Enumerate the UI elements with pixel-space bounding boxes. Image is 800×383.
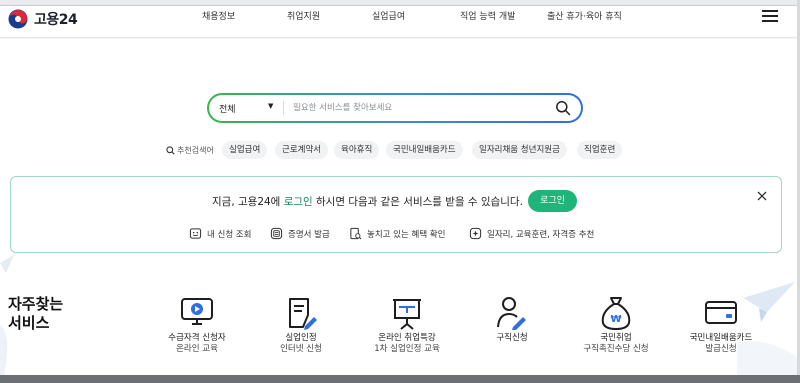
nav-item-employment-support[interactable]: 취업지원	[287, 9, 320, 22]
favorite-item-learning-card[interactable]: 국민내일배움카드 발급신청	[661, 295, 781, 355]
document-pen-icon	[283, 295, 319, 331]
nav-item-jobs[interactable]: 채용정보	[202, 9, 235, 22]
chevron-down-icon[interactable]: ▼	[268, 102, 273, 110]
favorite-sublabel: 1차 실업인정 교육	[374, 344, 440, 354]
favorite-label: 온라인 취업특강	[378, 333, 436, 343]
banner-message-suffix: 하시면 다음과 같은 서비스를 받을 수 있습니다.	[312, 196, 523, 208]
favorite-sublabel: 구직촉진수당 신청	[583, 344, 649, 354]
favorites-title: 자주찾는 서비스	[8, 295, 63, 333]
login-banner: 지금, 고용24에 로그인 하시면 다음과 같은 서비스를 받을 수 있습니다.…	[10, 176, 782, 253]
favorite-sublabel: 발급신청	[705, 344, 737, 354]
favorites-title-line2: 서비스	[8, 314, 50, 332]
favorites-title-line1: 자주찾는	[8, 295, 64, 313]
search-divider	[283, 101, 284, 115]
banner-message: 지금, 고용24에 로그인 하시면 다음과 같은 서비스를 받을 수 있습니다.	[212, 194, 523, 209]
search-small-icon	[166, 146, 175, 155]
favorite-label: 수급자격 신청자	[168, 333, 226, 343]
keyword-chip[interactable]: 국민내일배움카드	[386, 141, 463, 159]
main-navigation: 채용정보 취업지원 실업급여 직업 능력 개발 출산 휴가·육아 휴직	[0, 9, 800, 25]
video-monitor-icon	[179, 295, 215, 331]
close-icon[interactable]	[756, 187, 768, 201]
favorite-label: 실업인정	[285, 333, 317, 343]
recommended-label-text: 추천검색어	[177, 146, 214, 155]
presentation-board-icon	[389, 295, 425, 331]
link-label: 놓치고 있는 혜택 확인	[367, 229, 446, 240]
favorite-item-online-lecture[interactable]: 온라인 취업특강 1차 실업인정 교육	[347, 295, 467, 355]
keyword-chip[interactable]: 근로계약서	[275, 141, 329, 159]
certificate-icon	[270, 227, 283, 240]
banner-message-prefix: 지금, 고용24에	[212, 196, 284, 208]
recommendation-link[interactable]: 일자리, 교육훈련, 자격증 추천	[469, 227, 594, 240]
my-application-link[interactable]: 내 신청 조회	[189, 227, 252, 240]
document-search-icon	[350, 227, 362, 240]
favorite-label: 국민내일배움카드	[689, 333, 753, 343]
favorite-sublabel: 인터넷 신청	[280, 344, 322, 354]
keyword-chip[interactable]: 직업훈련	[577, 141, 623, 159]
search-input[interactable]	[293, 100, 533, 116]
search-icon[interactable]	[555, 100, 571, 116]
person-pen-icon	[494, 295, 530, 331]
link-label: 내 신청 조회	[207, 229, 252, 240]
keyword-chip[interactable]: 실업급여	[222, 141, 268, 159]
recommended-label: 추천검색어	[166, 145, 214, 156]
favorite-item-unemployment-certification[interactable]: 실업인정 인터넷 신청	[241, 295, 361, 355]
favorite-sublabel: 온라인 교육	[176, 344, 218, 354]
nav-item-maternity-parental-leave[interactable]: 출산 휴가·육아 휴직	[547, 9, 622, 22]
sparkle-recommend-icon	[469, 227, 482, 240]
banner-message-login-link[interactable]: 로그인	[284, 196, 313, 208]
card-icon	[703, 295, 739, 331]
nav-item-vocational-training[interactable]: 직업 능력 개발	[460, 9, 515, 22]
chat-smile-icon	[189, 228, 202, 239]
keyword-chip[interactable]: 육아휴직	[334, 141, 380, 159]
banner-service-links: 내 신청 조회 증명서 발급 놓치고 있는 혜택 확인 일자리, 교육훈련, 자…	[11, 227, 781, 243]
missed-benefits-link[interactable]: 놓치고 있는 혜택 확인	[349, 227, 446, 240]
browser-bottom-edge	[0, 375, 800, 383]
recommended-keywords: 추천검색어 실업급여 근로계약서 육아휴직 국민내일배움카드 일자리채움 청년지…	[0, 141, 800, 159]
login-button[interactable]: 로그인	[528, 190, 577, 212]
link-label: 증명서 발급	[288, 229, 330, 240]
link-label: 일자리, 교육훈련, 자격증 추천	[487, 229, 595, 240]
certificate-issue-link[interactable]: 증명서 발급	[270, 227, 330, 240]
money-bag-icon: ₩	[598, 295, 634, 331]
favorite-label: 국민취업	[600, 333, 632, 343]
search-category-select[interactable]: 전체	[219, 102, 236, 115]
favorite-item-job-application[interactable]: 구직신청	[452, 295, 572, 344]
nav-item-unemployment-benefits[interactable]: 실업급여	[372, 9, 405, 22]
search-bar: 전체 ▼	[207, 93, 583, 123]
svg-text:₩: ₩	[610, 314, 621, 325]
favorite-item-job-seeking-allowance[interactable]: ₩ 국민취업 구직촉진수당 신청	[556, 295, 676, 355]
favorite-item-online-education[interactable]: 수급자격 신청자 온라인 교육	[137, 295, 257, 355]
favorite-label: 구직신청	[496, 333, 528, 343]
menu-hamburger-icon[interactable]	[762, 10, 778, 22]
site-header: 고용24 채용정보 취업지원 실업급여 직업 능력 개발 출산 휴가·육아 휴직	[0, 6, 800, 38]
keyword-chip[interactable]: 일자리채움 청년지원금	[472, 141, 567, 159]
